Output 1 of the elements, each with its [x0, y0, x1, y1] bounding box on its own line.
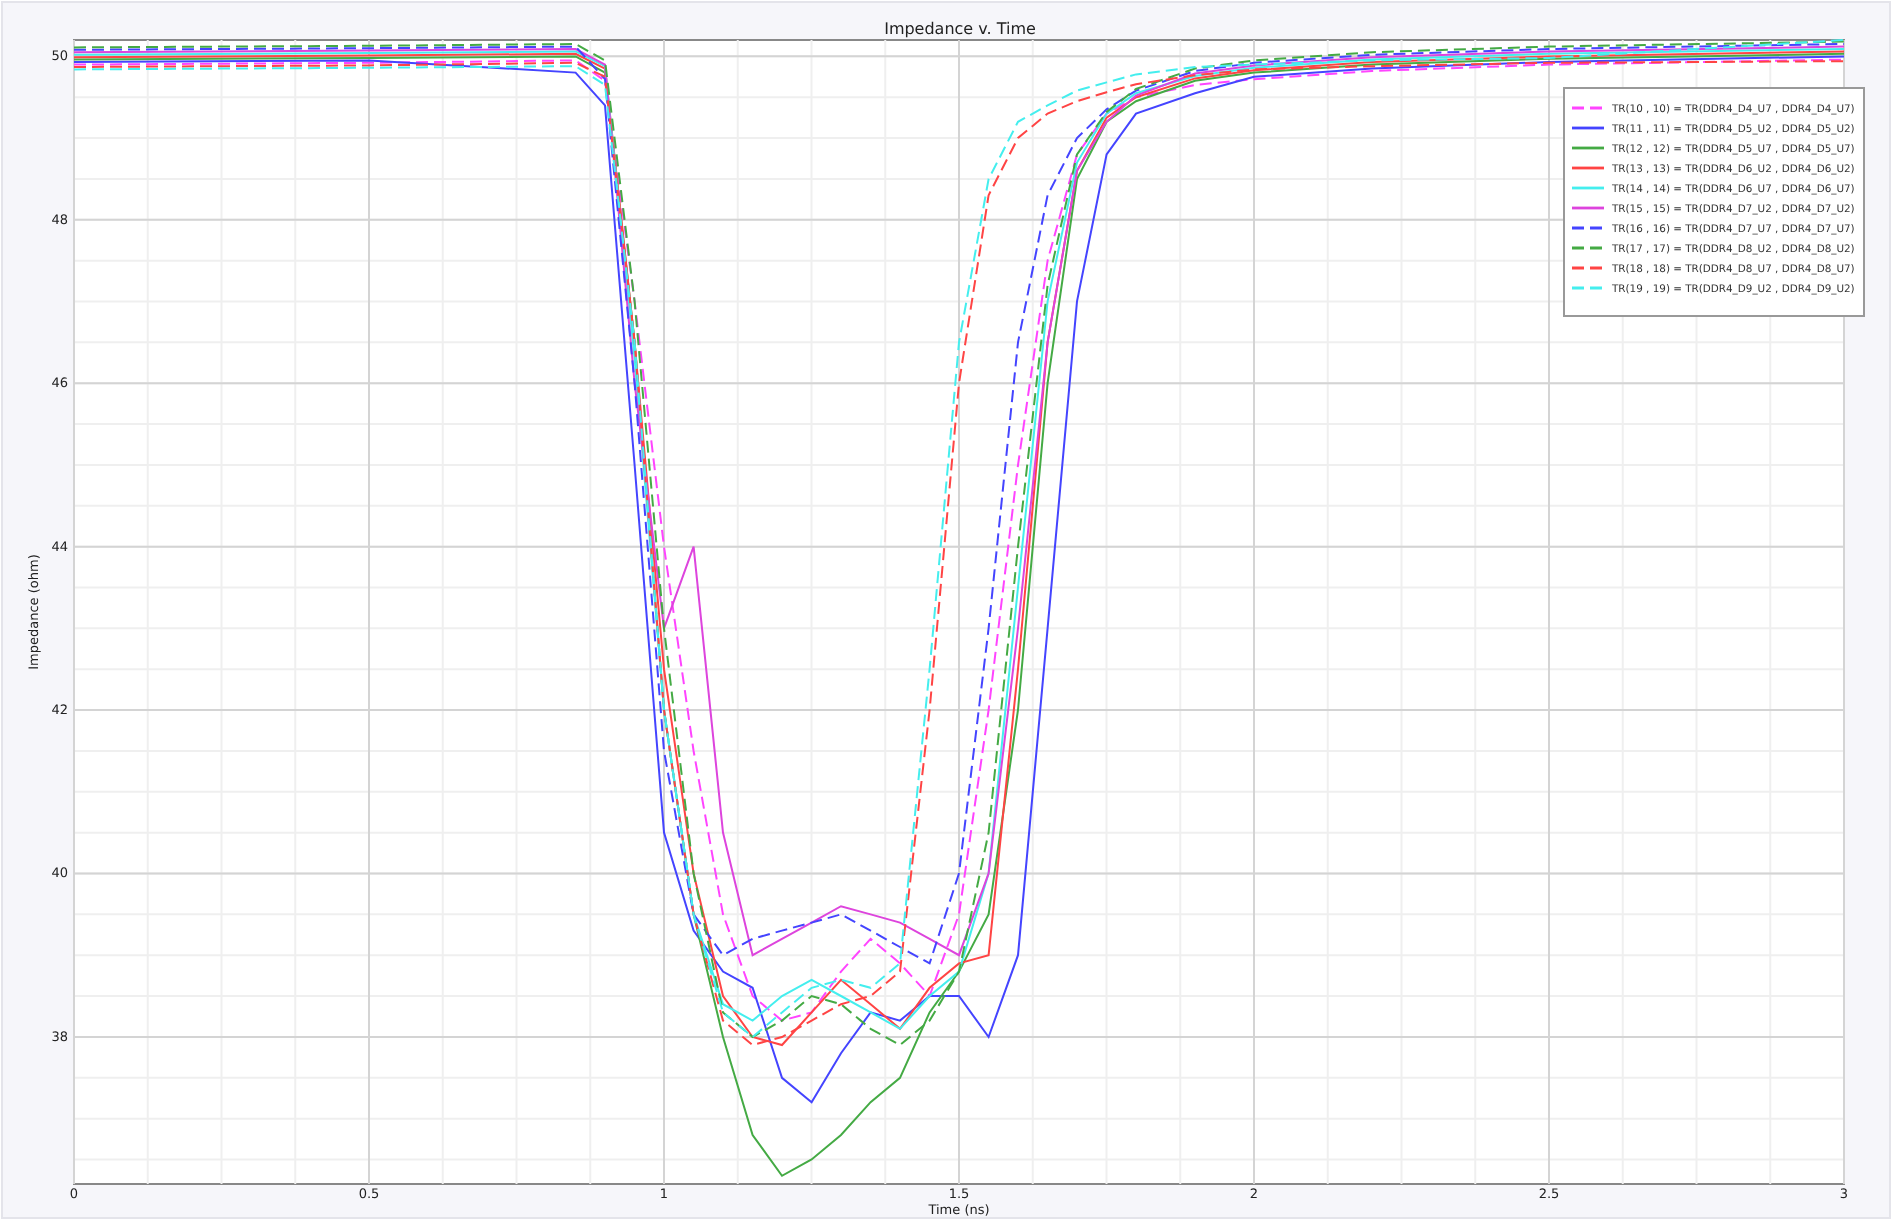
chart-title: Impedance v. Time	[884, 20, 1036, 38]
